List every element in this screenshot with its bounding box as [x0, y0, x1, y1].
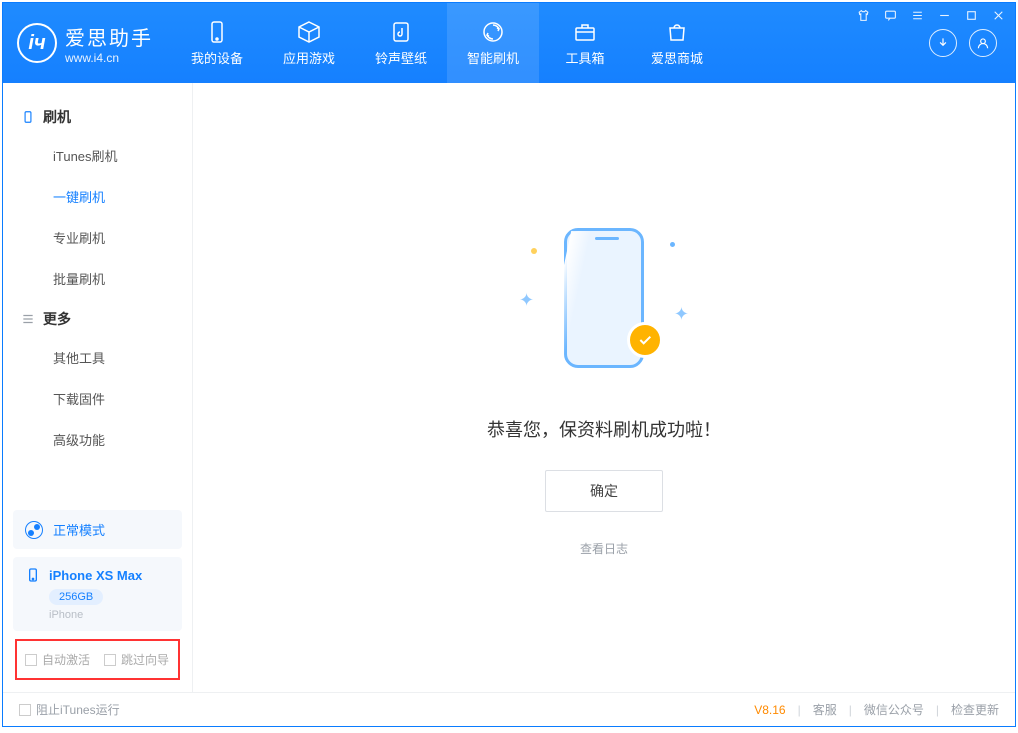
nav-label: 铃声壁纸: [375, 48, 427, 67]
sidebar: 刷机 iTunes刷机 一键刷机 专业刷机 批量刷机 更多 其他工具 下载固件 …: [3, 83, 193, 692]
nav-label: 我的设备: [191, 48, 243, 67]
footer-link-support[interactable]: 客服: [813, 701, 837, 718]
sidebar-item-itunes-flash[interactable]: iTunes刷机: [3, 135, 192, 176]
nav-my-device[interactable]: 我的设备: [171, 3, 263, 83]
user-button[interactable]: [969, 29, 997, 57]
nav-flash[interactable]: 智能刷机: [447, 3, 539, 83]
footer-link-update[interactable]: 检查更新: [951, 701, 999, 718]
logo: iч 爱思助手 www.i4.cn: [3, 3, 171, 83]
device-name: iPhone XS Max: [49, 568, 142, 583]
mode-icon: [25, 521, 43, 539]
nav-label: 智能刷机: [467, 48, 519, 67]
feedback-icon[interactable]: [884, 9, 897, 22]
maximize-icon[interactable]: [965, 9, 978, 22]
close-icon[interactable]: [992, 9, 1005, 22]
footer-link-wechat[interactable]: 微信公众号: [864, 701, 924, 718]
checkbox-icon: [25, 654, 37, 666]
logo-icon: iч: [17, 23, 57, 63]
success-message: 恭喜您，保资料刷机成功啦！: [487, 416, 721, 442]
footer: 阻止iTunes运行 V8.16 | 客服 | 微信公众号 | 检查更新: [3, 692, 1015, 726]
sidebar-item-pro-flash[interactable]: 专业刷机: [3, 217, 192, 258]
options-highlight-box: 自动激活 跳过向导: [15, 639, 180, 680]
header: iч 爱思助手 www.i4.cn 我的设备 应用游戏 铃声壁纸 智能刷机: [3, 3, 1015, 83]
device-type: iPhone: [49, 609, 170, 621]
minimize-icon[interactable]: [938, 9, 951, 22]
nav-ringtones[interactable]: 铃声壁纸: [355, 3, 447, 83]
nav-label: 爱思商城: [651, 48, 703, 67]
version-label: V8.16: [754, 703, 785, 717]
menu-icon[interactable]: [911, 9, 924, 22]
app-name: 爱思助手: [65, 22, 153, 51]
checkbox-skip-guide[interactable]: 跳过向导: [104, 651, 169, 668]
nav-toolbox[interactable]: 工具箱: [539, 3, 631, 83]
app-url: www.i4.cn: [65, 51, 153, 65]
app-window: iч 爱思助手 www.i4.cn 我的设备 应用游戏 铃声壁纸 智能刷机: [2, 2, 1016, 727]
checkbox-label: 阻止iTunes运行: [36, 701, 120, 718]
success-illustration: ✦✦: [519, 218, 689, 388]
device-capacity: 256GB: [49, 589, 103, 605]
view-log-link[interactable]: 查看日志: [580, 540, 628, 557]
sidebar-item-batch-flash[interactable]: 批量刷机: [3, 258, 192, 299]
window-controls: [857, 9, 1005, 22]
device-icon: [25, 567, 41, 583]
nav-label: 应用游戏: [283, 48, 335, 67]
list-icon: [21, 312, 35, 326]
sidebar-section-flash: 刷机: [3, 97, 192, 135]
sidebar-section-title: 刷机: [43, 107, 71, 127]
nav-label: 工具箱: [565, 48, 604, 67]
sidebar-item-other-tools[interactable]: 其他工具: [3, 337, 192, 378]
check-badge-icon: [627, 322, 663, 358]
checkbox-label: 跳过向导: [121, 651, 169, 668]
ok-button[interactable]: 确定: [545, 470, 663, 512]
sidebar-item-download-firmware[interactable]: 下载固件: [3, 378, 192, 419]
checkbox-icon: [19, 704, 31, 716]
phone-icon: [21, 110, 35, 124]
nav-store[interactable]: 爱思商城: [631, 3, 723, 83]
sidebar-section-title: 更多: [43, 309, 71, 329]
sidebar-section-more: 更多: [3, 299, 192, 337]
download-button[interactable]: [929, 29, 957, 57]
mode-card[interactable]: 正常模式: [13, 510, 182, 549]
main-content: ✦✦ 恭喜您，保资料刷机成功啦！ 确定 查看日志: [193, 83, 1015, 692]
nav-apps-games[interactable]: 应用游戏: [263, 3, 355, 83]
top-nav: 我的设备 应用游戏 铃声壁纸 智能刷机 工具箱 爱思商城: [171, 3, 723, 83]
checkbox-block-itunes[interactable]: 阻止iTunes运行: [19, 701, 120, 718]
body: 刷机 iTunes刷机 一键刷机 专业刷机 批量刷机 更多 其他工具 下载固件 …: [3, 83, 1015, 692]
checkbox-icon: [104, 654, 116, 666]
sidebar-item-oneclick-flash[interactable]: 一键刷机: [3, 176, 192, 217]
sidebar-bottom: 正常模式 iPhone XS Max 256GB iPhone 自动激活: [3, 500, 192, 692]
checkbox-auto-activate[interactable]: 自动激活: [25, 651, 90, 668]
checkbox-label: 自动激活: [42, 651, 90, 668]
skin-icon[interactable]: [857, 9, 870, 22]
sidebar-item-advanced[interactable]: 高级功能: [3, 419, 192, 460]
mode-label: 正常模式: [53, 520, 105, 539]
device-card[interactable]: iPhone XS Max 256GB iPhone: [13, 557, 182, 631]
